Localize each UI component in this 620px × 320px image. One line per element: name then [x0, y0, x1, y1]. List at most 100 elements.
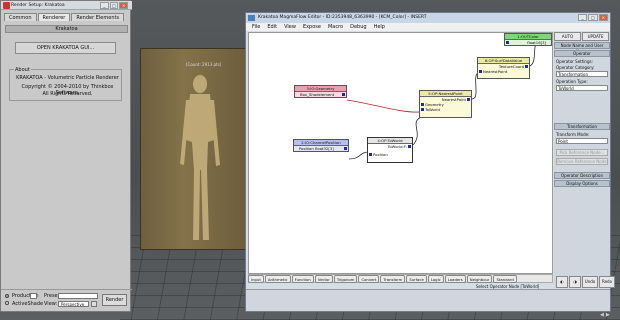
tab-renderer[interactable]: Renderer	[37, 13, 71, 21]
tab-vector[interactable]: Vector	[314, 275, 333, 283]
output-socket[interactable]	[467, 98, 470, 101]
toworld-node[interactable]: 4:OP:ToWorld ToWorld:F: Position	[367, 137, 413, 163]
menu-view[interactable]: View	[281, 23, 299, 31]
menu-help[interactable]: Help	[371, 23, 388, 31]
transform-mode-dropdown[interactable]: Point	[556, 138, 608, 144]
preset-dropdown[interactable]	[58, 293, 98, 299]
input-socket[interactable]	[479, 70, 482, 73]
about-line: KRAKATOA - Volumetric Particle Renderer	[16, 75, 119, 81]
menu-expose[interactable]: Expose	[300, 23, 324, 31]
update-button[interactable]: UPDATE	[582, 32, 609, 41]
operator-settings-label: Operator Settings:	[556, 59, 593, 64]
app-icon	[3, 2, 10, 9]
tab-render-elements[interactable]: Render Elements	[71, 13, 125, 21]
auto-button[interactable]: AUTO	[554, 32, 581, 41]
output-node[interactable]: 1:OUTColor float16[3]	[504, 33, 552, 46]
about-line: All Rights Reserved.	[42, 91, 93, 97]
tab-surface[interactable]: Surface	[406, 275, 427, 283]
auto-button-label: AUTO	[561, 34, 574, 39]
operator-rollout[interactable]: Operator	[554, 50, 610, 57]
activeshade-radio[interactable]	[5, 301, 9, 305]
properties-panel: AUTO UPDATE Node Name and User Notes Ope…	[554, 32, 610, 288]
transformation-rollout[interactable]: Transformation	[554, 123, 610, 130]
node-name-rollout[interactable]: Node Name and User Notes	[554, 42, 610, 54]
zoom-in-icon[interactable]: ◑	[569, 276, 581, 288]
menu-file[interactable]: File	[249, 23, 263, 31]
activeshade-label: ActiveShade	[12, 301, 44, 307]
view-label: View:	[44, 301, 58, 307]
operation-type-dropdown[interactable]: ToWorld	[556, 85, 608, 91]
operator-category-dropdown[interactable]: Transformation	[556, 71, 608, 77]
output-socket[interactable]	[342, 93, 345, 96]
tab-logic[interactable]: Logic	[427, 275, 444, 283]
tab-transform[interactable]: Transform	[380, 275, 406, 283]
tab-trigonom[interactable]: Trigonom	[333, 275, 358, 283]
menu-edit[interactable]: Edit	[264, 23, 280, 31]
lock-view-icon[interactable]	[91, 301, 97, 307]
maximize-button[interactable]: □	[109, 2, 119, 9]
footer-bar	[246, 289, 610, 311]
menu-debug[interactable]: Debug	[347, 23, 369, 31]
magmaflow-titlebar[interactable]: Krakatoa MagmaFlow Editor - ID:2353948_6…	[246, 13, 610, 23]
node-row: NearestPoint	[478, 69, 529, 74]
prev-frame-icon[interactable]: ◀	[600, 312, 604, 318]
window-controls: _ □ ×	[578, 14, 608, 21]
nearestpoint-node[interactable]: 5:OP:NearestPoint NearestPoint Geometry …	[419, 90, 472, 118]
tab-standard[interactable]: Standard	[493, 275, 517, 283]
display-options-rollout[interactable]: Display Options	[554, 180, 610, 187]
tab-convert[interactable]: Convert	[358, 275, 380, 283]
geometry-node[interactable]: 3:IO:Geometry Box_Shadelement	[294, 85, 347, 98]
update-button-label: UPDATE	[587, 34, 604, 39]
input-socket[interactable]	[369, 153, 372, 156]
menu-bar: File Edit View Expose Macro Debug Help	[246, 23, 610, 31]
output-socket[interactable]	[344, 147, 347, 150]
render-setup-tabs: Common Renderer Render Elements	[4, 13, 125, 21]
undo-button[interactable]: Undo	[582, 276, 598, 288]
production-radio[interactable]	[5, 294, 9, 298]
tab-input[interactable]: Input	[248, 275, 264, 283]
close-button[interactable]: ×	[119, 2, 129, 9]
input-socket[interactable]	[506, 41, 509, 44]
zoom-out-icon[interactable]: ◐	[556, 276, 568, 288]
view-dropdown[interactable]: Perspective	[58, 301, 89, 307]
magmaflow-title: Krakatoa MagmaFlow Editor - ID:2353948_6…	[258, 15, 427, 20]
particle-figure	[180, 75, 220, 240]
output-socket[interactable]	[525, 65, 528, 68]
minimize-button[interactable]: _	[578, 14, 588, 21]
output-socket[interactable]	[408, 145, 411, 148]
render-setup-title: Render Setup: Krakatoa	[11, 3, 65, 8]
production-dropdown[interactable]	[30, 293, 37, 299]
surfdatavalue-node[interactable]: 6:OP:SurfDataValue TextureCoord NearestP…	[477, 57, 530, 79]
minimize-button[interactable]: _	[100, 2, 109, 9]
tab-loaders[interactable]: Loaders	[444, 275, 466, 283]
node-row: Position float32[3]	[294, 146, 348, 151]
redo-button[interactable]: Redo	[599, 276, 615, 288]
next-frame-icon[interactable]: ▶	[606, 312, 610, 318]
node-row: Position	[368, 149, 412, 157]
operator-category-label: Operator Category:	[556, 65, 595, 70]
close-button[interactable]: ×	[598, 14, 608, 21]
toolbar-strip: ◐ ◑ Undo Redo	[556, 276, 615, 288]
tab-arithmetic[interactable]: Arithmetic	[264, 275, 291, 283]
render-button[interactable]: Render	[102, 294, 127, 306]
node-canvas[interactable]: 3:IO:Geometry Box_Shadelement 2:IO:Chann…	[248, 32, 553, 274]
channel-node[interactable]: 2:IO:ChannelPosition Position float32[3]	[293, 139, 349, 152]
input-socket[interactable]	[421, 108, 424, 111]
wire-position	[348, 151, 370, 160]
category-tabs: Input Arithmetic Function Vector Trigono…	[248, 275, 517, 283]
maximize-button[interactable]: □	[588, 14, 598, 21]
wire-geometry	[346, 99, 422, 113]
tab-neighbour[interactable]: Neighbour	[466, 275, 493, 283]
pick-reference-node-button[interactable]: Pick Reference Node...	[556, 149, 608, 156]
render-setup-window: Render Setup: Krakatoa _ □ × Common Rend…	[0, 0, 132, 312]
time-slider-arrows: ◀ ▶	[600, 312, 610, 318]
operator-description-rollout[interactable]: Operator Description	[554, 172, 610, 179]
magmaflow-icon	[248, 15, 255, 21]
tab-common[interactable]: Common	[4, 13, 37, 21]
krakatoa-rollout-header[interactable]: Krakatoa	[5, 25, 128, 33]
input-socket[interactable]	[421, 103, 424, 106]
remove-reference-node-button[interactable]: Remove Reference Node	[556, 158, 608, 165]
menu-macro[interactable]: Macro	[325, 23, 346, 31]
tab-function[interactable]: Function	[291, 275, 314, 283]
open-krakatoa-gui-button[interactable]: OPEN KRAKATOA GUI...	[15, 42, 116, 54]
